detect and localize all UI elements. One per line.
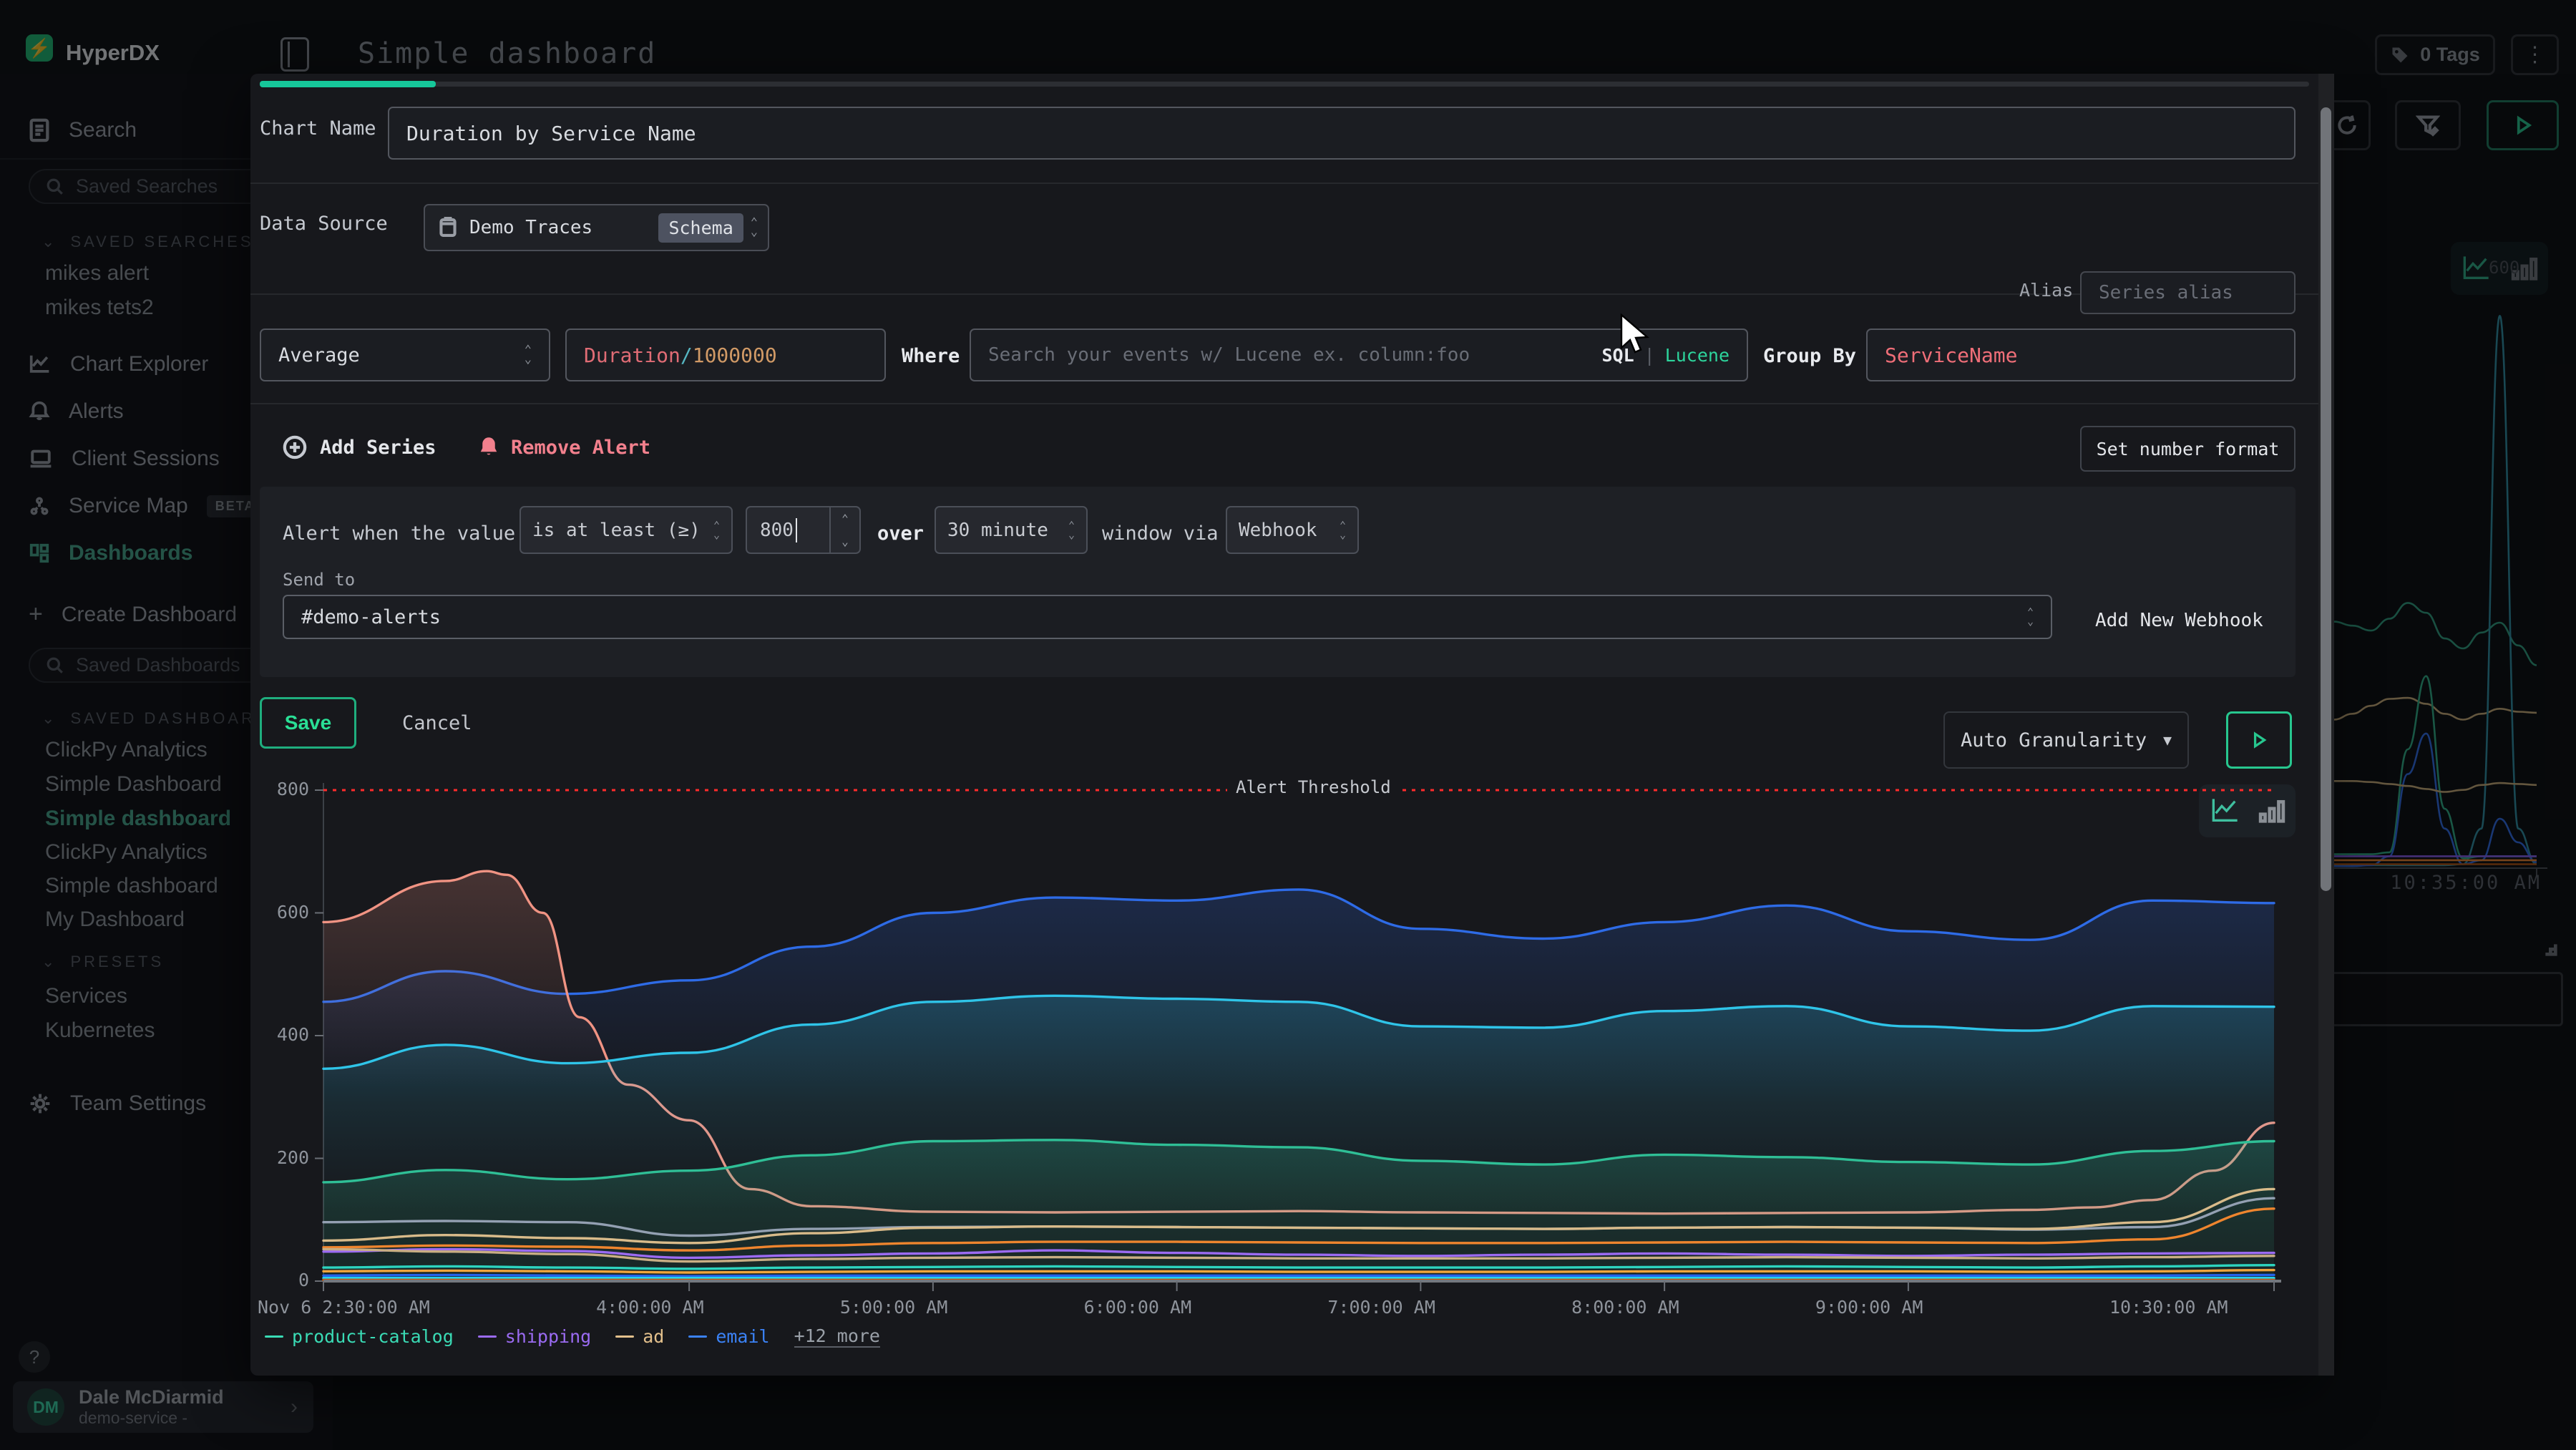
legend-item-email[interactable]: email — [688, 1326, 769, 1347]
legend-swatch — [688, 1335, 707, 1338]
chart-legend: product-catalog shipping ad email +12 more — [265, 1325, 880, 1348]
x-axis-label: 8:00:00 AM — [1571, 1297, 1679, 1318]
x-axis-label: 5:00:00 AM — [840, 1297, 948, 1318]
legend-swatch — [265, 1335, 283, 1338]
x-axis-label: 6:00:00 AM — [1084, 1297, 1192, 1318]
y-axis-label: 800 — [252, 779, 309, 799]
modal-scrollbar-thumb[interactable] — [2321, 107, 2331, 891]
x-axis-label: 9:00:00 AM — [1815, 1297, 1923, 1318]
y-axis-label: 400 — [252, 1024, 309, 1045]
legend-item-shipping[interactable]: shipping — [478, 1326, 591, 1347]
x-axis-label: 7:00:00 AM — [1327, 1297, 1435, 1318]
modal-scrollbar-track[interactable] — [2318, 74, 2334, 1376]
app-root: ⚡ HyperDX Simple dashboard 0 Tags ⋮ Sear… — [0, 0, 2576, 1450]
x-axis-label: 4:00:00 AM — [596, 1297, 704, 1318]
main-chart — [0, 0, 2576, 1450]
x-axis-label: 10:30:00 AM — [2109, 1297, 2576, 1318]
series-series-blue2-line — [323, 1275, 2274, 1276]
legend-item-ad[interactable]: ad — [615, 1326, 664, 1347]
legend-more[interactable]: +12 more — [794, 1325, 880, 1348]
y-axis-label: 200 — [252, 1147, 309, 1168]
alert-threshold-label: Alert Threshold — [1227, 776, 1400, 799]
mouse-cursor — [1619, 313, 1650, 356]
y-axis-label: 600 — [252, 902, 309, 923]
legend-swatch — [615, 1335, 634, 1338]
legend-swatch — [478, 1335, 497, 1338]
legend-item--12-more[interactable]: +12 more — [794, 1325, 880, 1348]
legend-item-product-catalog[interactable]: product-catalog — [265, 1326, 454, 1347]
edit-chart-modal: Chart Name Duration by Service Name Data… — [250, 74, 2318, 1376]
y-axis-label: 0 — [252, 1270, 309, 1290]
x-axis-label: Nov 6 2:30:00 AM — [258, 1297, 430, 1318]
